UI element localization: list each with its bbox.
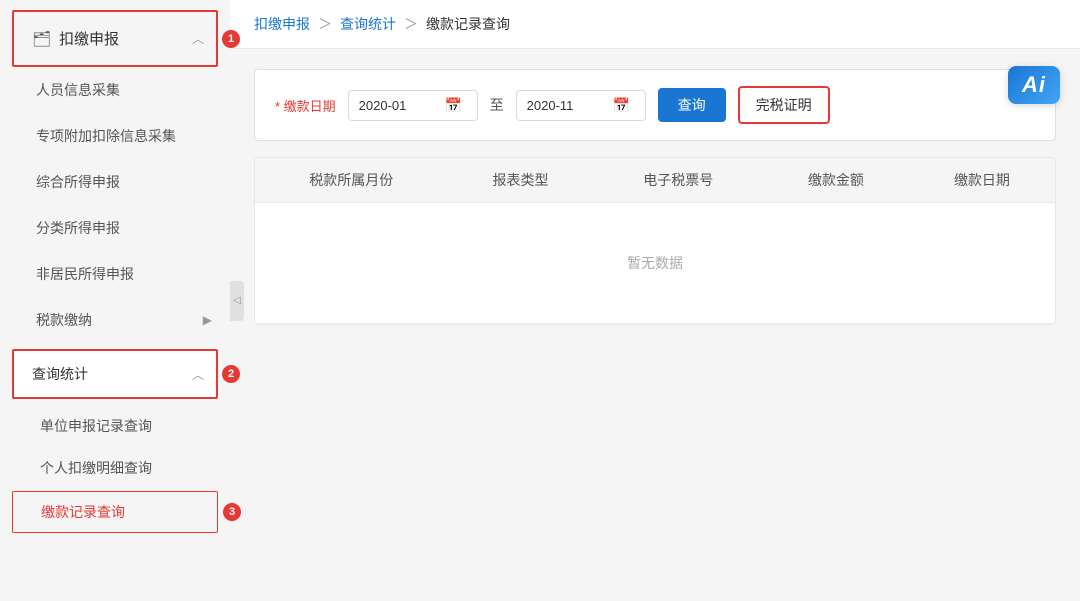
calendar-to-icon[interactable]: 📅: [613, 97, 630, 114]
sidebar-collapse-button[interactable]: ◁: [230, 281, 244, 321]
section-badge: 2: [222, 365, 240, 383]
sidebar-item-unit-query[interactable]: 单位申报记录查询: [0, 405, 230, 447]
taxpay-arrow-icon: ▶: [203, 313, 212, 327]
col-date: 缴款日期: [909, 158, 1055, 203]
date-range-separator: 至: [490, 95, 504, 115]
empty-message: 暂无数据: [255, 203, 1055, 324]
chevron-up-icon-section: ︿: [192, 366, 204, 383]
ai-badge: Ai: [1008, 66, 1060, 104]
sidebar-item-special[interactable]: 专项附加扣除信息采集: [0, 113, 230, 159]
content-area: * 缴款日期 📅 至 📅 查询 完税证明 税款所属月份 报表类型: [230, 49, 1080, 601]
breadcrumb-query[interactable]: 查询统计: [340, 14, 396, 34]
sidebar-item-taxpay[interactable]: 税款缴纳 ▶: [0, 297, 230, 343]
section-query-label: 查询统计: [32, 364, 88, 384]
filter-row: * 缴款日期 📅 至 📅 查询 完税证明: [254, 69, 1056, 141]
sidebar: 🗂 扣缴申报 ︿ 1 人员信息采集 专项附加扣除信息采集 综合所得申报 分类所得…: [0, 0, 230, 601]
col-amount: 缴款金额: [763, 158, 909, 203]
main-menu-label: 扣缴申报: [59, 28, 119, 49]
table-header-row: 税款所属月份 报表类型 电子税票号 缴款金额 缴款日期: [255, 158, 1055, 203]
breadcrumb-current: 缴款记录查询: [426, 14, 510, 34]
table-empty-row: 暂无数据: [255, 203, 1055, 324]
breadcrumb: 扣缴申报 ＞ 查询统计 ＞ 缴款记录查询: [230, 0, 1080, 49]
sidebar-section-query[interactable]: 查询统计 ︿ 2: [12, 349, 218, 399]
date-from-input[interactable]: [359, 98, 439, 113]
main-badge: 1: [222, 30, 240, 48]
breadcrumb-sep-2: ＞: [404, 14, 418, 34]
breadcrumb-sep-1: ＞: [318, 14, 332, 34]
sidebar-item-classified[interactable]: 分类所得申报: [0, 205, 230, 251]
col-month: 税款所属月份: [255, 158, 448, 203]
sidebar-item-nonresident[interactable]: 非居民所得申报: [0, 251, 230, 297]
date-filter-label: * 缴款日期: [275, 96, 336, 115]
query-button[interactable]: 查询: [658, 88, 726, 122]
cert-button[interactable]: 完税证明: [738, 86, 830, 124]
active-item-badge: 3: [223, 503, 241, 521]
sidebar-item-payment-query[interactable]: 缴款记录查询 3: [12, 491, 218, 533]
date-from-wrap[interactable]: 📅: [348, 90, 478, 121]
col-type: 报表类型: [448, 158, 594, 203]
date-to-input[interactable]: [527, 98, 607, 113]
calendar-from-icon[interactable]: 📅: [445, 97, 462, 114]
chevron-up-icon: ︿: [192, 30, 204, 47]
date-to-wrap[interactable]: 📅: [516, 90, 646, 121]
main-content: 扣缴申报 ＞ 查询统计 ＞ 缴款记录查询 * 缴款日期 📅 至 📅 查询 完税证…: [230, 0, 1080, 601]
sidebar-item-comprehensive[interactable]: 综合所得申报: [0, 159, 230, 205]
sidebar-item-personal-detail[interactable]: 个人扣缴明细查询: [0, 447, 230, 489]
data-table: 税款所属月份 报表类型 电子税票号 缴款金额 缴款日期 暂无数据: [254, 157, 1056, 325]
breadcrumb-main[interactable]: 扣缴申报: [254, 14, 310, 34]
col-ticket: 电子税票号: [594, 158, 763, 203]
menu-icon: 🗂: [32, 30, 51, 48]
sidebar-main-menu[interactable]: 🗂 扣缴申报 ︿ 1: [12, 10, 218, 67]
sidebar-item-personnel[interactable]: 人员信息采集: [0, 67, 230, 113]
